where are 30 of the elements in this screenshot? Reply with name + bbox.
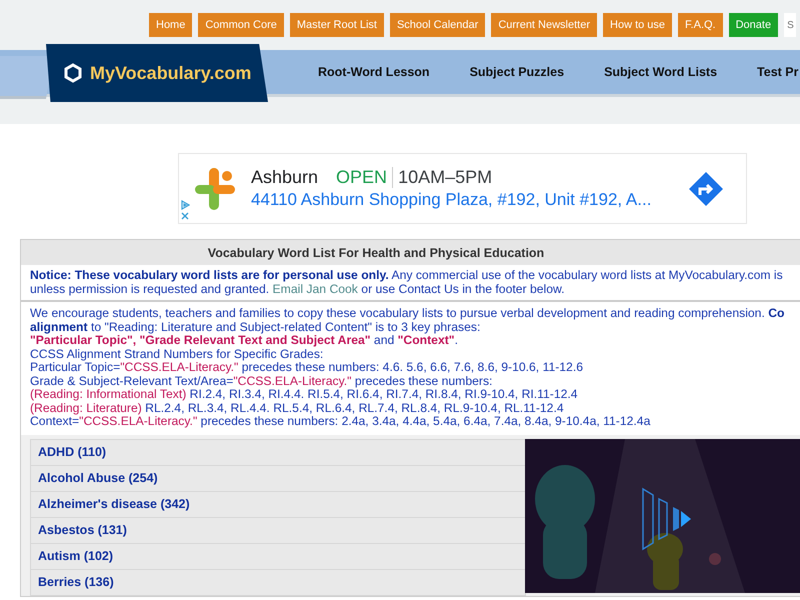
topic-row[interactable]: Berries (136) (30, 570, 526, 596)
info-text: Context="CCSS.ELA-Literacy." precedes these numbers: 2.4a, 3.4a, 4.4a, 5.4a, 6.4a, 7.4a, 8.4a, 9-10.4a, 11-12.4a (30, 415, 652, 428)
info-text: (Reading: Literature) RL.2.4, RL.3.4, RL.4.4. RL.5.4, RL.6.4, RL.7.4, RL.8.4, RL.9-10.4, RL.11-12.4 (30, 402, 565, 415)
info-text: Particular Topic="CCSS.ELA-Literacy." precedes these numbers: 4.6. 5.6, 6.6, 7.6, 8.6, 9-10.6, 11-12.6 (30, 361, 584, 374)
nav-link[interactable]: Root-Word Lesson (318, 65, 430, 79)
info-text: CCSS Alignment Strand Numbers for Specific Grades: (30, 348, 324, 361)
topic-row[interactable]: ADHD (110) (30, 438, 526, 466)
info-text: "Particular Topic", "Grade Relevant Text and Subject Area" and "Context". (30, 334, 458, 348)
panel-title: Vocabulary Word List For Health and Physical Education (21, 240, 800, 265)
logo-text: MyVocabulary.com (90, 62, 252, 84)
info-text: (Reading: Informational Text) RI.2.4, RI.3.4, RI.4.4. RI.5.4, RI.6.4, RI.7.4, RI.8.4, RI.9-10.4, RI.11-12.4 (30, 388, 579, 402)
business-name: Ashburn (251, 167, 318, 188)
site-logo[interactable]: MyVocabulary.com (46, 44, 268, 102)
topic-row[interactable]: Alzheimer's disease (342) (30, 492, 526, 518)
notice-text: unless permission is requested and granted. Email Jan Cook or use Contact Us in the footer below. (30, 282, 566, 296)
search-field[interactable]: S (784, 13, 796, 37)
ad-banner[interactable]: Ashburn OPEN 10AM–5PM 44110 Ashburn Shopping Plaza, #192, Unit #192, A... (178, 153, 747, 224)
nav-link[interactable]: Subject Word Lists (604, 65, 718, 79)
nav-link[interactable]: Test Pr (757, 65, 798, 79)
notice-text: Notice: These vocabulary word lists are for personal use only. Any commercial use of the vocabulary word lists at MyVocabulary.com is (30, 269, 784, 282)
nav-link[interactable]: Subject Puzzles (470, 65, 564, 79)
business-address: 44110 Ashburn Shopping Plaza, #192, Unit #192, A... (251, 190, 652, 210)
business-hours: 10AM–5PM (397, 167, 492, 188)
info-text: Grade & Subject-Relevant Text/Area="CCSS.ELA-Literacy." precedes these numbers: (30, 374, 494, 388)
info-text: alignment to "Reading: Literature and Subject-related Content" is to 3 key phrases: (30, 320, 482, 334)
topic-row[interactable]: Alcohol Abuse (254) (30, 466, 526, 492)
open-status: OPEN (336, 167, 394, 188)
info-text: We encourage students, teachers and families to copy these vocabulary lists to pursue verbal development and reading comprehension. Co (30, 307, 786, 320)
topic-row[interactable]: Asbestos (131) (30, 518, 526, 544)
topic-row[interactable]: Autism (102) (30, 544, 526, 570)
